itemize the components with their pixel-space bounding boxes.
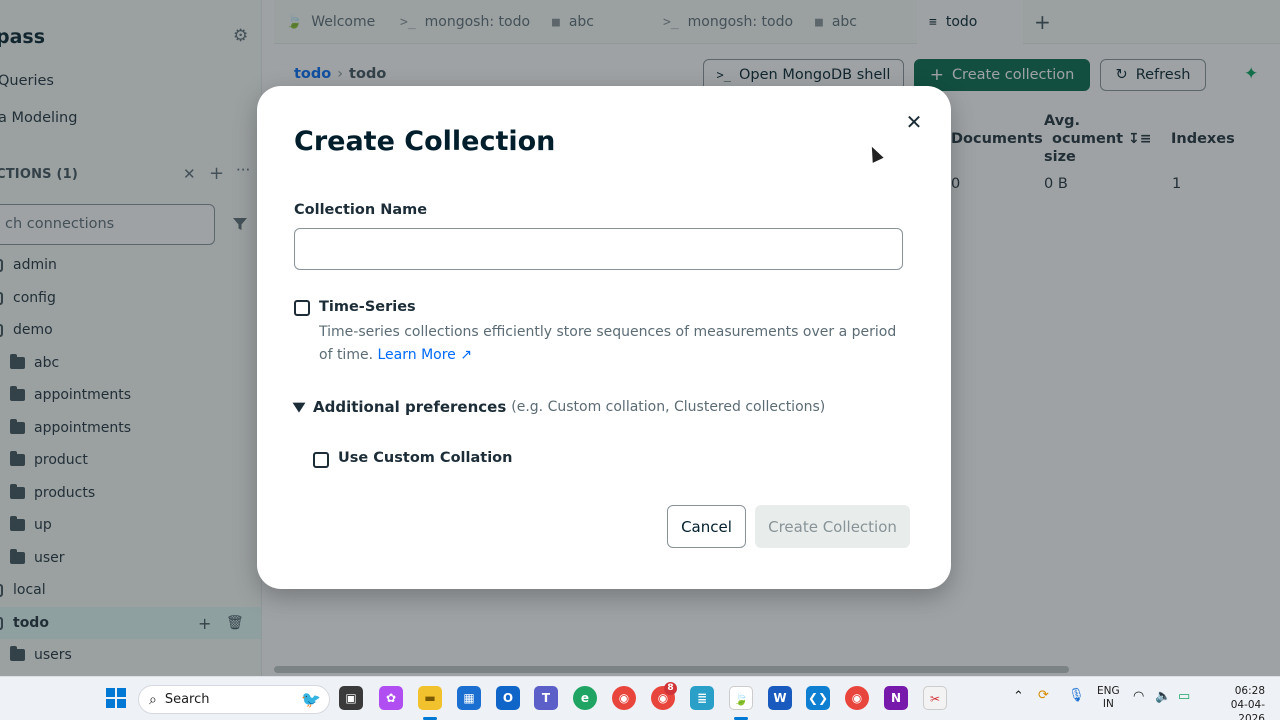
chrome-icon[interactable]: ◉ — [612, 686, 636, 710]
notepad-icon[interactable]: ≣ — [690, 686, 714, 710]
search-icon: ⌕ — [149, 691, 157, 708]
outlook-icon[interactable]: O — [496, 686, 520, 710]
task-view-icon[interactable]: ▣ — [339, 686, 363, 710]
mongodb-compass-icon[interactable]: 🍃 — [729, 686, 753, 710]
teams-icon[interactable]: T — [534, 686, 558, 710]
close-icon[interactable]: ✕ — [903, 111, 925, 133]
chrome-alt-icon[interactable]: ◉ — [845, 686, 869, 710]
onenote-icon[interactable]: N — [884, 686, 908, 710]
custom-collation-checkbox[interactable] — [313, 452, 329, 468]
battery-icon[interactable]: ▭ — [1178, 689, 1190, 704]
notification-badge: 8 — [664, 682, 677, 695]
input-language-indicator[interactable]: ENG IN — [1097, 685, 1120, 711]
windows-start-icon[interactable] — [106, 688, 126, 708]
compass-window: pass ⚙ Queries a Modeling CTIONS (1) ✕ +… — [0, 0, 1280, 676]
search-highlight-bird-icon: 🐦 — [301, 690, 321, 709]
learn-more-link[interactable]: Learn More ↗ — [377, 347, 471, 363]
word-icon[interactable]: W — [768, 686, 792, 710]
taskbar-search[interactable]: ⌕ Search 🐦 — [138, 685, 330, 714]
modal-title: Create Collection — [294, 126, 556, 157]
show-hidden-icons-chevron-icon[interactable]: ⌃ — [1013, 689, 1024, 704]
chevron-down-icon: ▼ — [292, 399, 306, 415]
sync-icon[interactable]: ⟳ — [1038, 688, 1049, 703]
snipping-tool-icon[interactable]: ✂ — [923, 686, 947, 710]
file-explorer-icon[interactable]: ▬ — [418, 686, 442, 710]
copilot-icon[interactable]: ✿ — [379, 686, 403, 710]
collection-name-input[interactable] — [294, 228, 903, 270]
create-collection-submit-button[interactable]: Create Collection — [755, 505, 910, 548]
timeseries-description: Time-series collections efficiently stor… — [319, 324, 897, 363]
timeseries-checkbox[interactable] — [294, 300, 310, 316]
timeseries-label: Time-Series — [319, 299, 416, 315]
custom-collation-label: Use Custom Collation — [338, 450, 513, 466]
external-link-icon: ↗ — [460, 347, 472, 363]
microphone-icon[interactable]: 🎙 — [1068, 688, 1085, 703]
create-collection-modal: Create Collection ✕ Collection Name Time… — [257, 86, 951, 589]
volume-icon[interactable]: 🔈 — [1155, 689, 1171, 704]
edge-icon[interactable]: e — [573, 686, 597, 710]
store-icon[interactable]: ▦ — [457, 686, 481, 710]
windows-taskbar: ⌕ Search 🐦 ▣ ✿ ▬ ▦ O T e ◉ ◉ 8 ≣ 🍃 W ❮❯ … — [0, 676, 1280, 720]
system-clock[interactable]: 06:28 04-04-2026 — [1205, 684, 1265, 720]
collection-name-label: Collection Name — [294, 202, 428, 218]
cancel-button[interactable]: Cancel — [667, 505, 746, 548]
additional-preferences-toggle[interactable]: ▼ Additional preferences (e.g. Custom co… — [292, 398, 826, 416]
wifi-icon[interactable]: ◠ — [1133, 689, 1144, 704]
vscode-icon[interactable]: ❮❯ — [806, 686, 830, 710]
